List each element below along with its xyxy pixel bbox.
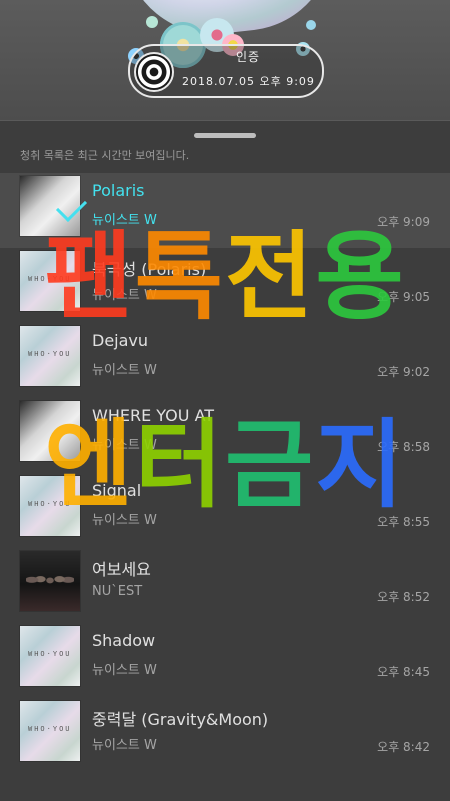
pill-date: 2018.07.05 오후 9:09	[182, 75, 315, 88]
song-row[interactable]: WHO·YOU 중력달 (Gravity&Moon) 뉴이스트 W 오후 8:4…	[0, 698, 450, 773]
pill-title: 인증	[236, 50, 261, 64]
album-art: WHO·YOU	[20, 701, 80, 761]
play-time: 오후 9:05	[377, 290, 430, 304]
song-artist: 뉴이스트 W	[92, 513, 157, 528]
play-time: 오후 8:58	[377, 440, 430, 454]
album-art: WHO·YOU	[20, 476, 80, 536]
flower-icon	[306, 20, 316, 30]
song-artist: 뉴이스트 W	[92, 738, 157, 753]
song-artist: NU`EST	[92, 584, 143, 599]
header-banner: 인증 2018.07.05 오후 9:09	[0, 0, 450, 120]
song-row[interactable]: Polaris 뉴이스트 W 오후 9:09	[0, 173, 450, 248]
song-title: Dejavu	[92, 331, 149, 350]
song-row[interactable]: 여보세요 NU`EST 오후 8:52	[0, 548, 450, 623]
song-title: 여보세요	[92, 560, 151, 579]
song-title: 중력달 (Gravity&Moon)	[92, 710, 269, 729]
song-title: Signal	[92, 481, 142, 500]
song-row[interactable]: WHO·YOU Shadow 뉴이스트 W 오후 8:45	[0, 623, 450, 698]
flower-icon	[146, 16, 158, 28]
history-notice: 청취 목록은 최근 시간만 보여집니다.	[20, 149, 190, 162]
album-art	[20, 401, 80, 461]
song-title: 북극성 (Polaris)	[92, 260, 207, 279]
song-list: Polaris 뉴이스트 W 오후 9:09 WHO·YOU 북극성 (Pola…	[0, 173, 450, 773]
play-time: 오후 8:55	[377, 515, 430, 529]
song-artist: 뉴이스트 W	[92, 438, 157, 453]
play-time: 오후 9:09	[377, 215, 430, 229]
song-title: Shadow	[92, 631, 156, 650]
song-title: WHERE YOU AT	[92, 406, 215, 425]
song-row[interactable]: WHERE YOU AT 뉴이스트 W 오후 8:58	[0, 398, 450, 473]
song-artist: 뉴이스트 W	[92, 213, 157, 228]
album-art	[20, 551, 80, 611]
song-artist: 뉴이스트 W	[92, 363, 157, 378]
song-row[interactable]: WHO·YOU Dejavu 뉴이스트 W 오후 9:02	[0, 323, 450, 398]
album-art: WHO·YOU	[20, 626, 80, 686]
play-time: 오후 8:52	[377, 590, 430, 604]
song-row[interactable]: WHO·YOU Signal 뉴이스트 W 오후 8:55	[0, 473, 450, 548]
check-icon	[55, 190, 88, 223]
drag-handle[interactable]	[194, 133, 256, 138]
album-art: WHO·YOU	[20, 326, 80, 386]
history-sheet: 청취 목록은 최근 시간만 보여집니다. Polaris 뉴이스트 W 오후 9…	[0, 120, 450, 801]
song-artist: 뉴이스트 W	[92, 288, 157, 303]
song-row[interactable]: WHO·YOU 북극성 (Polaris) 뉴이스트 W 오후 9:05	[0, 248, 450, 323]
song-artist: 뉴이스트 W	[92, 663, 157, 678]
album-art: WHO·YOU	[20, 251, 80, 311]
play-time: 오후 8:42	[377, 740, 430, 754]
album-art	[20, 176, 88, 236]
play-time: 오후 8:45	[377, 665, 430, 679]
vinyl-disc-icon	[134, 52, 174, 92]
song-title: Polaris	[92, 181, 145, 200]
play-time: 오후 9:02	[377, 365, 430, 379]
